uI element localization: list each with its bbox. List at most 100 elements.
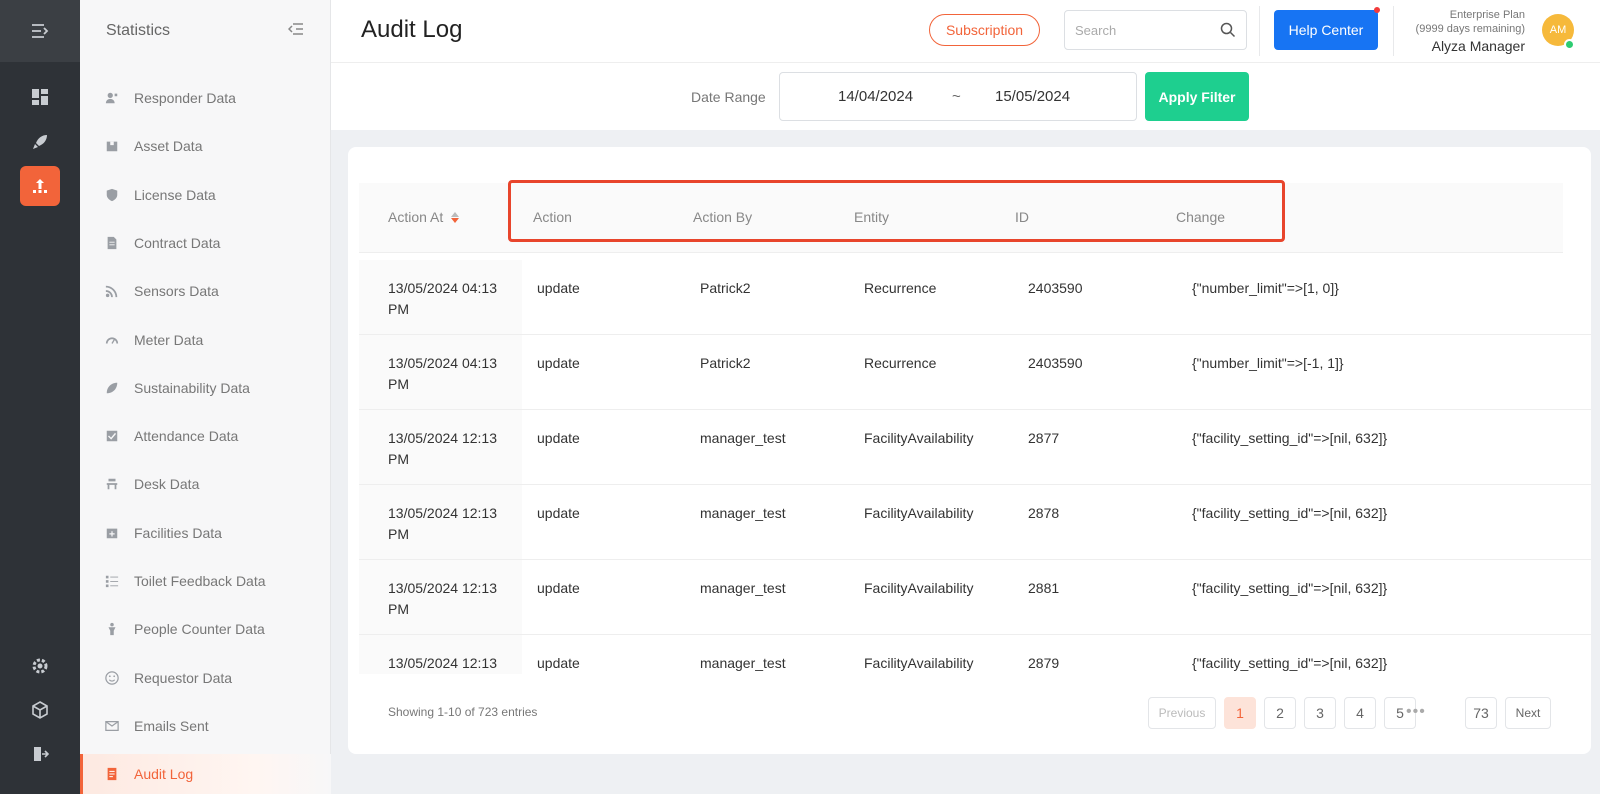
sidebar-item-label: Sensors Data	[134, 283, 219, 300]
sidebar-item-label: Asset Data	[134, 138, 203, 155]
sidebar-item-emails-sent[interactable]: Emails Sent	[80, 706, 331, 746]
sidebar-item-label: Attendance Data	[134, 428, 239, 445]
previous-page-button[interactable]: Previous	[1148, 697, 1216, 729]
cell-change: {"facility_setting_id"=>[nil, 632]}	[1192, 430, 1388, 446]
end-date[interactable]: 15/05/2024	[995, 88, 1070, 105]
search-input[interactable]	[1075, 22, 1205, 38]
cell-action-at: 13/05/2024 12:13 PM	[388, 505, 497, 542]
package-button[interactable]	[20, 690, 60, 730]
sidebar-item-requestor-data[interactable]: Requestor Data	[80, 658, 331, 698]
header-divider	[1259, 6, 1260, 56]
sort-icon[interactable]	[451, 211, 460, 223]
subscription-button[interactable]: Subscription	[929, 14, 1040, 46]
launch-button[interactable]	[20, 122, 60, 162]
sidebar-item-contract-data[interactable]: Contract Data	[80, 223, 331, 263]
table-row: 13/05/2024 12:13 PM update manager_test Fac…	[359, 635, 1591, 674]
desk-icon	[104, 476, 120, 492]
cell-id: 2403590	[1028, 355, 1083, 371]
sidebar-item-label: Emails Sent	[134, 717, 209, 734]
cell-entity: FacilityAvailability	[864, 430, 974, 446]
sidebar-item-facilities-data[interactable]: Facilities Data	[80, 513, 331, 553]
cell-action-at: 13/05/2024 04:13 PM	[388, 280, 497, 317]
sidebar-item-sustainability-data[interactable]: Sustainability Data	[80, 368, 331, 408]
list-icon	[104, 573, 120, 589]
cell-action-by: manager_test	[700, 430, 786, 446]
next-page-button[interactable]: Next	[1505, 697, 1551, 729]
plan-remaining: (9999 days remaining)	[1415, 23, 1525, 35]
sidebar-item-license-data[interactable]: License Data	[80, 175, 331, 215]
sidebar-item-asset-data[interactable]: Asset Data	[80, 126, 331, 166]
sidebar-item-audit-log[interactable]: Audit Log	[80, 754, 331, 794]
person-icon	[104, 621, 120, 637]
cell-change: {"number_limit"=>[-1, 1]}	[1192, 355, 1344, 371]
log-icon	[104, 766, 120, 782]
cell-id: 2881	[1028, 580, 1060, 596]
sidebar-item-people-counter-data[interactable]: People Counter Data	[80, 609, 331, 649]
page-last-button[interactable]: 73	[1465, 697, 1497, 729]
search-icon[interactable]	[1220, 22, 1236, 38]
sidebar-item-label: Requestor Data	[134, 669, 233, 686]
logout-button[interactable]	[20, 734, 60, 774]
sidebar-item-label: Audit Log	[134, 766, 194, 783]
header-divider	[1393, 6, 1394, 56]
sidebar-item-label: License Data	[134, 186, 216, 203]
cell-id: 2877	[1028, 430, 1060, 446]
sidebar-item-meter-data[interactable]: Meter Data	[80, 320, 331, 360]
search-box	[1064, 10, 1247, 50]
settings-button[interactable]	[20, 646, 60, 686]
expand-menu-button[interactable]	[0, 0, 80, 62]
cell-id: 2878	[1028, 505, 1060, 521]
page-3-button[interactable]: 3	[1304, 697, 1336, 729]
sidebar-item-attendance-data[interactable]: Attendance Data	[80, 416, 331, 456]
statistics-button[interactable]	[20, 166, 60, 206]
help-center-button[interactable]: Help Center	[1274, 10, 1378, 50]
user-icon	[104, 90, 120, 106]
statistics-icon	[33, 179, 47, 193]
sidebar-item-label: People Counter Data	[134, 621, 265, 638]
cell-entity: FacilityAvailability	[864, 505, 974, 521]
entries-info: Showing 1-10 of 723 entries	[388, 705, 538, 719]
apply-filter-button[interactable]: Apply Filter	[1145, 72, 1249, 121]
sidebar-item-label: Meter Data	[134, 331, 204, 348]
top-header: Audit Log Subscription Help Center Enter…	[331, 0, 1600, 62]
sidebar-item-sensors-data[interactable]: Sensors Data	[80, 271, 331, 311]
page-2-button[interactable]: 2	[1264, 697, 1296, 729]
page-1-button[interactable]: 1	[1224, 697, 1256, 729]
date-range-label: Date Range	[691, 89, 766, 105]
cell-entity: FacilityAvailability	[864, 655, 974, 671]
filter-bar: Date Range 14/04/2024 ~ 15/05/2024 Apply…	[331, 62, 1600, 130]
cell-id: 2879	[1028, 655, 1060, 671]
collapse-sidebar-button[interactable]	[287, 22, 304, 40]
cell-action-by: manager_test	[700, 655, 786, 671]
dashboard-button[interactable]	[20, 77, 60, 117]
cell-action-by: Patrick2	[700, 355, 751, 371]
cell-entity: FacilityAvailability	[864, 580, 974, 596]
cell-action: update	[537, 280, 580, 296]
cell-change: {"facility_setting_id"=>[nil, 632]}	[1192, 505, 1388, 521]
user-name: Alyza Manager	[1431, 38, 1525, 54]
sidebar-item-toilet-feedback-data[interactable]: Toilet Feedback Data	[80, 561, 331, 601]
cell-entity: Recurrence	[864, 280, 937, 296]
sidebar-item-responder-data[interactable]: Responder Data	[80, 78, 331, 118]
cell-action-at: 13/05/2024 12:13 PM	[388, 580, 497, 617]
table-row: 13/05/2024 12:13 PM update manager_test Fac…	[359, 560, 1591, 635]
signal-icon	[104, 283, 120, 299]
page-4-button[interactable]: 4	[1344, 697, 1376, 729]
dashboard-icon	[32, 89, 48, 105]
cell-id: 2403590	[1028, 280, 1083, 296]
cell-action-by: Patrick2	[700, 280, 751, 296]
date-range-picker[interactable]: 14/04/2024 ~ 15/05/2024	[779, 72, 1137, 121]
statistics-sidebar: Statistics Responder Data Asset Data Licen…	[80, 0, 331, 794]
box-icon	[104, 138, 120, 154]
start-date[interactable]: 14/04/2024	[838, 88, 913, 105]
sidebar-item-desk-data[interactable]: Desk Data	[80, 464, 331, 504]
cell-action-by: manager_test	[700, 580, 786, 596]
mail-icon	[104, 718, 120, 734]
column-action-at[interactable]: Action At	[388, 209, 460, 225]
sidebar-item-label: Responder Data	[134, 90, 236, 106]
sidebar-item-label: Toilet Feedback Data	[134, 573, 266, 589]
cell-action-at: 13/05/2024 12:13 PM	[388, 655, 497, 671]
table-row: 13/05/2024 12:13 PM update manager_test Fac…	[359, 410, 1591, 485]
sidebar-title: Statistics	[106, 22, 171, 39]
notification-dot	[1374, 7, 1380, 13]
